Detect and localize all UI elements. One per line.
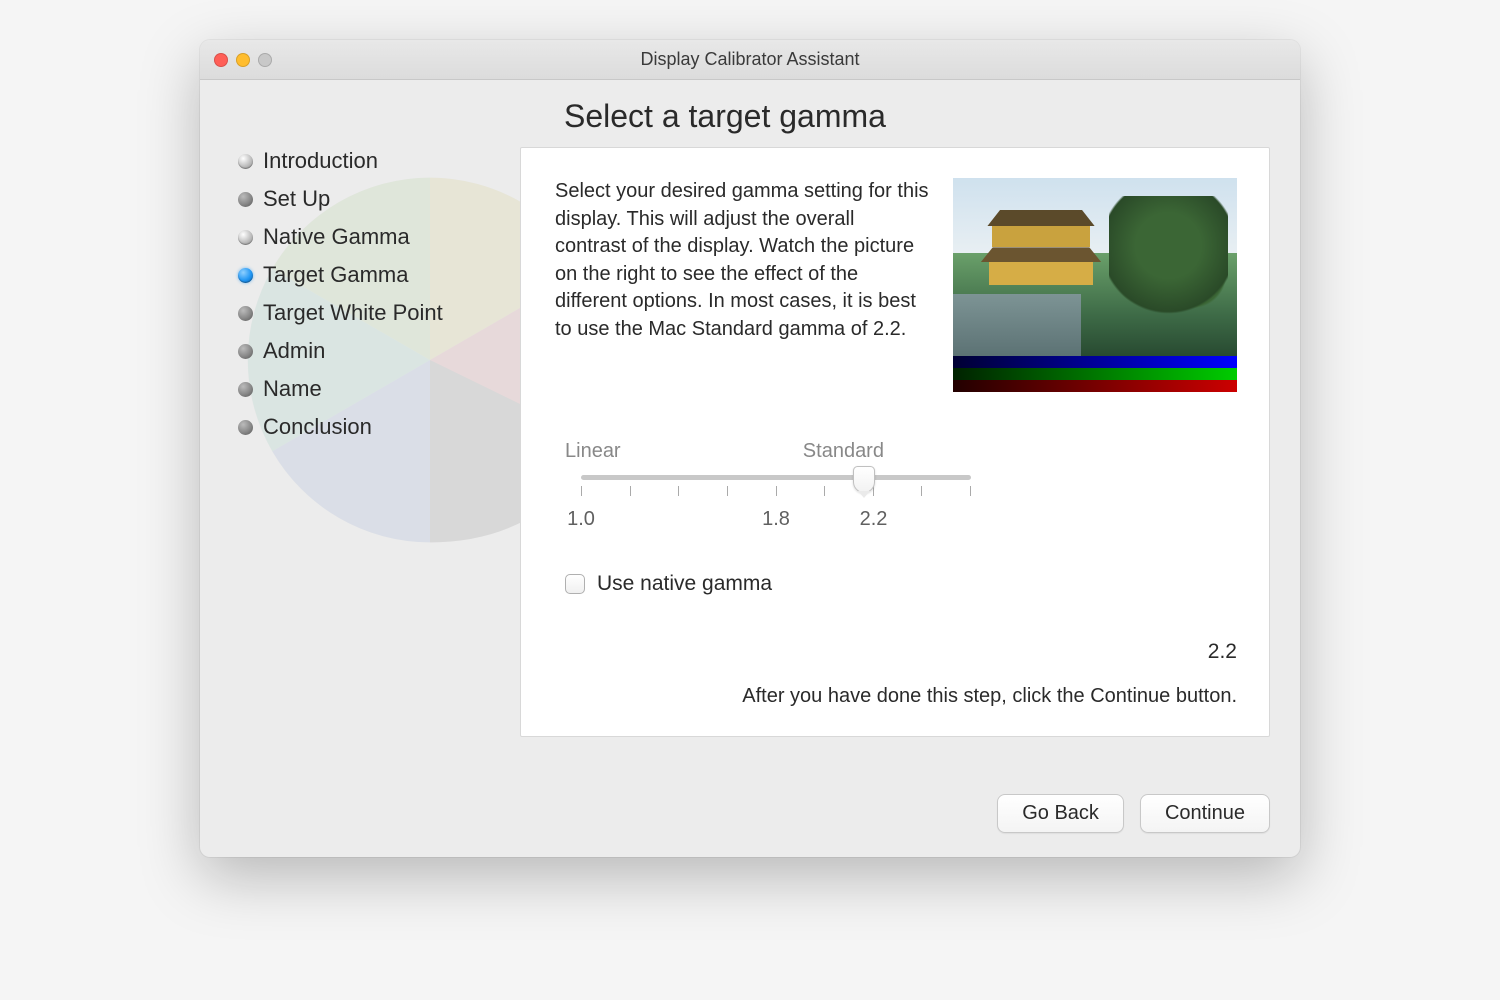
step-bullet-icon: [238, 230, 253, 245]
step-list: Introduction Set Up Native Gamma Target …: [238, 142, 520, 446]
step-label: Admin: [263, 338, 325, 364]
native-gamma-label: Use native gamma: [597, 572, 772, 596]
slider-label-linear: Linear: [565, 440, 803, 463]
current-gamma-value: 2.2: [1208, 640, 1237, 664]
step-bullet-icon: [238, 154, 253, 169]
step-label: Name: [263, 376, 322, 402]
slider-label-standard: Standard: [803, 440, 884, 463]
preview-area: [953, 178, 1237, 392]
continue-button[interactable]: Continue: [1140, 794, 1270, 833]
gamma-slider[interactable]: [581, 475, 971, 480]
slider-mark-mid: 1.8: [762, 508, 790, 531]
content-panel: Select your desired gamma setting for th…: [520, 147, 1270, 737]
footer: Go Back Continue: [200, 780, 1300, 857]
step-bullet-icon: [238, 382, 253, 397]
slider-section: Linear Standard 1.0 1.8 2.2: [555, 440, 1237, 534]
main-content: Select a target gamma Select your desire…: [520, 80, 1300, 780]
native-gamma-checkbox[interactable]: [565, 574, 585, 594]
step-bullet-icon: [238, 306, 253, 321]
slider-mark-std: 2.2: [860, 508, 888, 531]
window-title: Display Calibrator Assistant: [640, 49, 859, 70]
step-label: Target White Point: [263, 300, 443, 326]
step-bullet-icon: [238, 344, 253, 359]
step-label: Set Up: [263, 186, 330, 212]
step-label: Introduction: [263, 148, 378, 174]
slider-mark-min: 1.0: [567, 508, 595, 531]
sidebar-item-admin: Admin: [238, 332, 520, 370]
step-bullet-icon: [238, 420, 253, 435]
red-gradient-bar: [953, 380, 1237, 392]
slider-thumb[interactable]: [853, 466, 875, 493]
color-bars: [953, 356, 1237, 392]
blue-gradient-bar: [953, 356, 1237, 368]
step-label: Target Gamma: [263, 262, 409, 288]
hint-text: After you have done this step, click the…: [742, 685, 1237, 708]
maximize-icon: [258, 53, 272, 67]
go-back-button[interactable]: Go Back: [997, 794, 1124, 833]
traffic-lights: [200, 53, 272, 67]
sidebar-item-target-white-point: Target White Point: [238, 294, 520, 332]
sidebar: Introduction Set Up Native Gamma Target …: [200, 80, 520, 780]
green-gradient-bar: [953, 368, 1237, 380]
sidebar-item-target-gamma: Target Gamma: [238, 256, 520, 294]
sidebar-item-introduction: Introduction: [238, 142, 520, 180]
close-icon[interactable]: [214, 53, 228, 67]
step-bullet-icon: [238, 192, 253, 207]
sidebar-item-name: Name: [238, 370, 520, 408]
preview-image: [953, 178, 1237, 356]
step-label: Conclusion: [263, 414, 372, 440]
page-title: Select a target gamma: [564, 98, 1270, 135]
step-label: Native Gamma: [263, 224, 410, 250]
minimize-icon[interactable]: [236, 53, 250, 67]
sidebar-item-native-gamma: Native Gamma: [238, 218, 520, 256]
slider-ticks: [581, 486, 971, 496]
window: Display Calibrator Assistant Introductio…: [200, 40, 1300, 857]
description-text: Select your desired gamma setting for th…: [555, 178, 929, 392]
sidebar-item-conclusion: Conclusion: [238, 408, 520, 446]
step-bullet-icon: [238, 268, 253, 283]
titlebar: Display Calibrator Assistant: [200, 40, 1300, 80]
sidebar-item-setup: Set Up: [238, 180, 520, 218]
